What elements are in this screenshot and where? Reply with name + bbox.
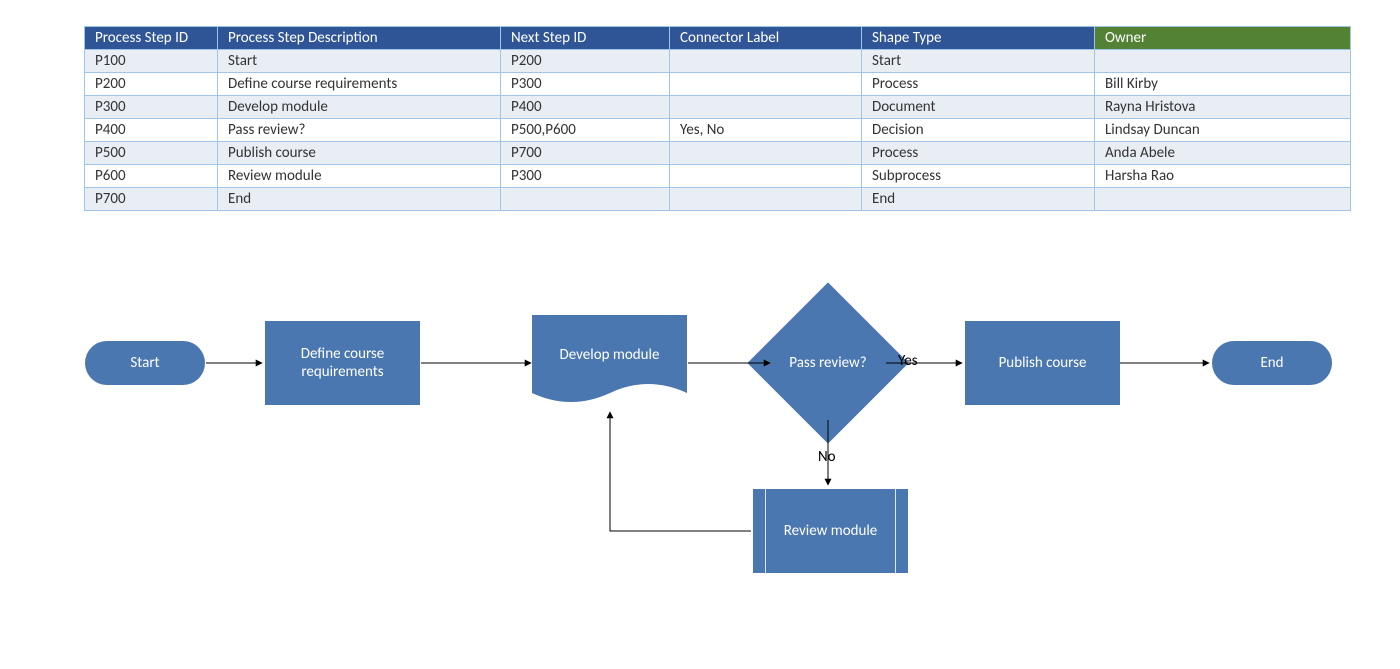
cell-c0: P100	[85, 50, 218, 73]
cell-c0: P500	[85, 142, 218, 165]
col-process-step-desc: Process Step Description	[218, 27, 501, 50]
cell-c5: Lindsay Duncan	[1095, 119, 1351, 142]
cell-c4: Start	[862, 50, 1095, 73]
node-end: End	[1212, 341, 1332, 385]
cell-c1: Publish course	[218, 142, 501, 165]
node-label: Pass review?	[783, 354, 872, 372]
cell-c0: P300	[85, 96, 218, 119]
node-define-course-requirements: Define course requirements	[265, 321, 420, 405]
cell-c1: Develop module	[218, 96, 501, 119]
cell-c1: End	[218, 188, 501, 211]
cell-c4: End	[862, 188, 1095, 211]
cell-c2: P300	[501, 73, 670, 96]
cell-c3	[670, 188, 862, 211]
cell-c2	[501, 188, 670, 211]
col-owner: Owner	[1095, 27, 1351, 50]
col-connector-label: Connector Label	[670, 27, 862, 50]
process-table: Process Step ID Process Step Description…	[84, 26, 1351, 211]
cell-c3	[670, 165, 862, 188]
node-label: Publish course	[993, 354, 1093, 372]
cell-c5: Rayna Hristova	[1095, 96, 1351, 119]
cell-c4: Process	[862, 142, 1095, 165]
cell-c4: Subprocess	[862, 165, 1095, 188]
cell-c3	[670, 96, 862, 119]
cell-c5: Harsha Rao	[1095, 165, 1351, 188]
table-row: P700EndEnd	[85, 188, 1351, 211]
table-row: P300Develop moduleP400 DocumentRayna Hris…	[85, 96, 1351, 119]
table-row: P500Publish courseP700 ProcessAnda Abele	[85, 142, 1351, 165]
cell-c4: Process	[862, 73, 1095, 96]
cell-c0: P200	[85, 73, 218, 96]
cell-c2: P700	[501, 142, 670, 165]
table-row: P100StartP200Start	[85, 50, 1351, 73]
cell-c2: P400	[501, 96, 670, 119]
node-label: End	[1254, 354, 1289, 372]
cell-c1: Define course requirements	[218, 73, 501, 96]
node-review-module: Review module	[753, 489, 908, 573]
cell-c3	[670, 50, 862, 73]
cell-c1: Pass review?	[218, 119, 501, 142]
node-pass-review: Pass review?	[771, 306, 885, 420]
cell-c5	[1095, 50, 1351, 73]
node-label: Review module	[778, 522, 884, 540]
cell-c1: Review module	[218, 165, 501, 188]
table-header-row: Process Step ID Process Step Description…	[85, 27, 1351, 50]
cell-c0: P400	[85, 119, 218, 142]
cell-c0: P600	[85, 165, 218, 188]
cell-c3	[670, 73, 862, 96]
cell-c2: P500,P600	[501, 119, 670, 142]
node-start: Start	[85, 341, 205, 385]
connector-label-yes: Yes	[898, 352, 918, 370]
cell-c2: P300	[501, 165, 670, 188]
node-label: Develop module	[554, 346, 666, 364]
cell-c5: Bill Kirby	[1095, 73, 1351, 96]
cell-c3: Yes, No	[670, 119, 862, 142]
table-row: P600Review moduleP300 SubprocessHarsha Ra…	[85, 165, 1351, 188]
node-label: Start	[124, 354, 165, 372]
node-develop-module: Develop module	[532, 315, 687, 410]
col-next-step-id: Next Step ID	[501, 27, 670, 50]
cell-c3	[670, 142, 862, 165]
node-publish-course: Publish course	[965, 321, 1120, 405]
col-shape-type: Shape Type	[862, 27, 1095, 50]
col-process-step-id: Process Step ID	[85, 27, 218, 50]
cell-c1: Start	[218, 50, 501, 73]
connector-label-no: No	[818, 448, 836, 466]
cell-c5	[1095, 188, 1351, 211]
cell-c0: P700	[85, 188, 218, 211]
cell-c4: Decision	[862, 119, 1095, 142]
node-label: Define course requirements	[265, 345, 420, 381]
cell-c2: P200	[501, 50, 670, 73]
table-row: P400Pass review?P500,P600Yes, NoDecision…	[85, 119, 1351, 142]
cell-c5: Anda Abele	[1095, 142, 1351, 165]
table-row: P200Define course requirementsP300 Proces…	[85, 73, 1351, 96]
cell-c4: Document	[862, 96, 1095, 119]
